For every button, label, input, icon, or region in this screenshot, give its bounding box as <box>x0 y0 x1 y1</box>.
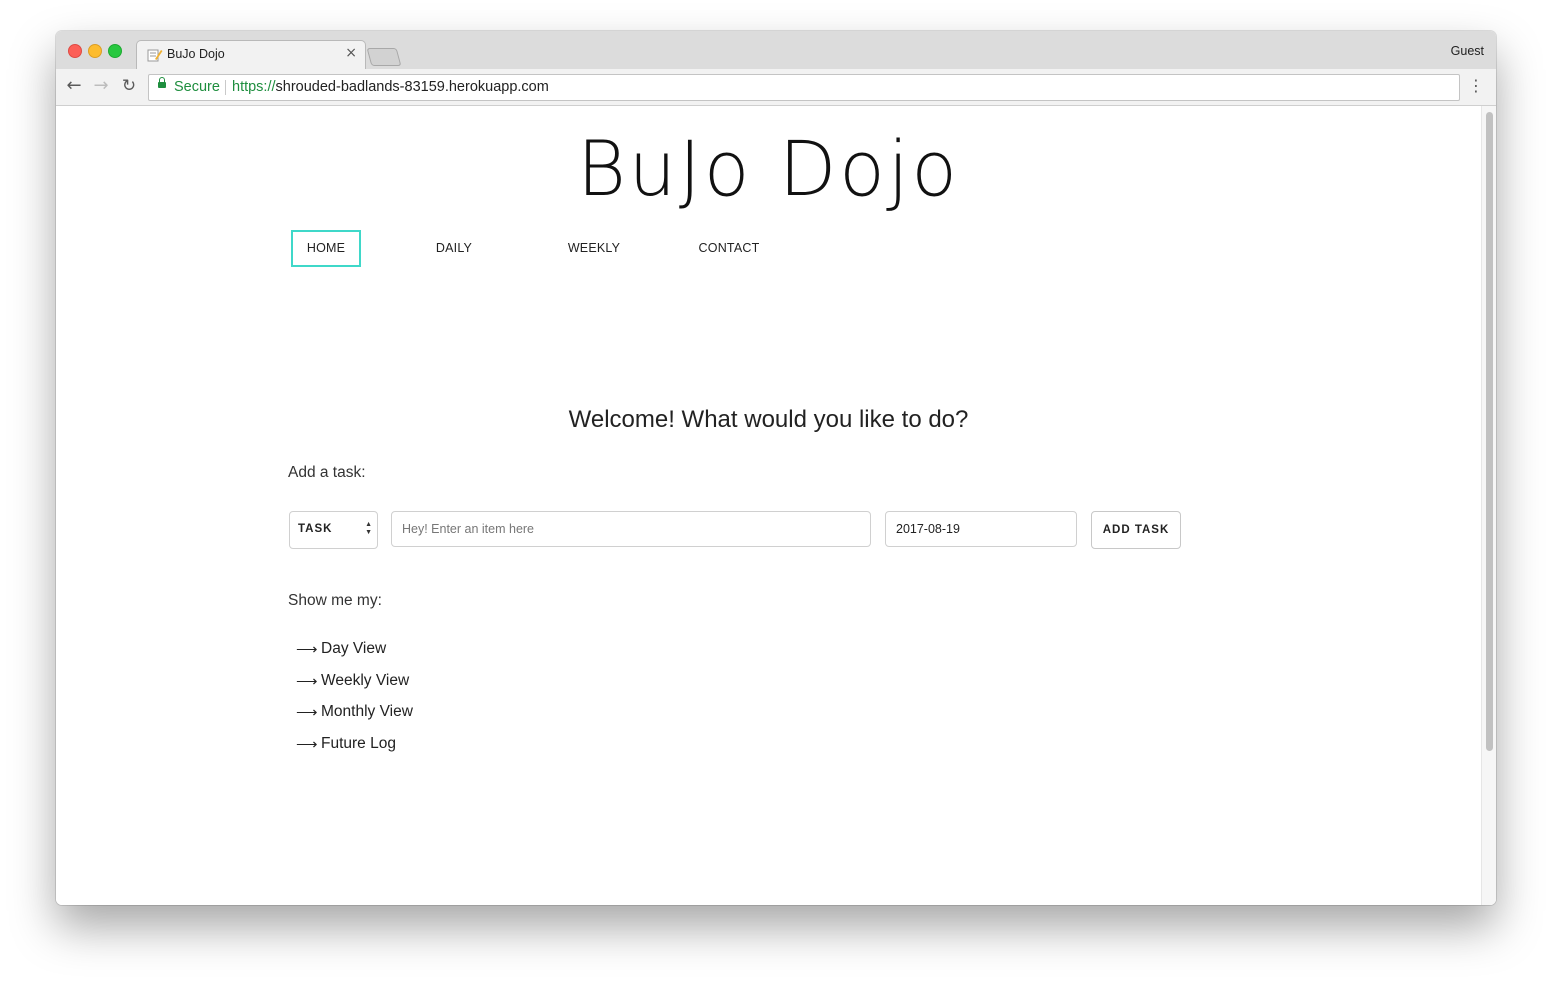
close-window-button[interactable] <box>68 44 82 58</box>
maximize-window-button[interactable] <box>108 44 122 58</box>
nav-home[interactable]: HOME <box>291 230 361 267</box>
address-bar[interactable]: Secure https://shrouded-badlands-83159.h… <box>148 74 1460 101</box>
task-type-select[interactable]: TASK ▲ ▼ <box>289 511 378 549</box>
tab-bar: BuJo Dojo × Guest <box>56 31 1496 70</box>
welcome-heading: Welcome! What would you like to do? <box>568 406 969 433</box>
browser-menu-icon[interactable]: ⋮ <box>1468 77 1484 95</box>
profile-label[interactable]: Guest <box>1451 44 1484 58</box>
omnibox-divider <box>225 80 226 95</box>
page-viewport: BuJo Dojo HOME DAILY WEEKLY CONTACT Welc… <box>56 106 1496 905</box>
browser-tab[interactable]: BuJo Dojo × <box>136 40 366 70</box>
future-log-link[interactable]: Future Log <box>321 735 396 753</box>
back-arrow-icon[interactable]: ← <box>64 76 84 96</box>
browser-toolbar: ← → ↻ Secure https://shrouded-badlands-8… <box>56 69 1496 106</box>
tab-close-icon[interactable]: × <box>345 45 357 61</box>
notepad-favicon-icon <box>147 47 163 63</box>
secure-label: Secure <box>174 79 220 95</box>
minimize-window-button[interactable] <box>88 44 102 58</box>
add-task-label: Add a task: <box>288 464 366 481</box>
weekly-view-link[interactable]: Weekly View <box>321 672 409 690</box>
show-me-label: Show me my: <box>288 592 382 609</box>
reload-icon[interactable]: ↻ <box>119 76 139 96</box>
day-view-link[interactable]: Day View <box>321 640 386 658</box>
task-date-input[interactable] <box>885 511 1077 547</box>
select-arrows-icon: ▲ ▼ <box>365 521 373 536</box>
right-arrow-icon: ⟶ <box>296 704 318 722</box>
new-tab-button[interactable] <box>366 48 402 66</box>
lock-icon <box>158 77 166 88</box>
task-item-input[interactable] <box>391 511 871 547</box>
tab-title: BuJo Dojo <box>167 47 225 61</box>
right-arrow-icon: ⟶ <box>296 672 318 690</box>
nav-contact[interactable]: CONTACT <box>693 230 765 267</box>
task-type-value: TASK <box>298 523 333 535</box>
site-logo: BuJo Dojo <box>577 124 960 213</box>
right-arrow-icon: ⟶ <box>296 736 318 754</box>
nav-weekly[interactable]: WEEKLY <box>560 230 628 267</box>
scrollbar-thumb[interactable] <box>1486 112 1493 751</box>
forward-arrow-icon[interactable]: → <box>91 76 111 96</box>
nav-daily[interactable]: DAILY <box>422 230 486 267</box>
url-scheme: https:// <box>232 79 276 95</box>
right-arrow-icon: ⟶ <box>296 641 318 658</box>
browser-window: BuJo Dojo × Guest ← → ↻ Secure https://s… <box>56 31 1496 905</box>
add-task-button[interactable]: ADD TASK <box>1091 511 1181 549</box>
monthly-view-link[interactable]: Monthly View <box>321 703 413 721</box>
url-text: https://shrouded-badlands-83159.herokuap… <box>232 75 549 100</box>
url-host: shrouded-badlands-83159.herokuapp.com <box>275 79 549 95</box>
page-scrollbar[interactable] <box>1481 106 1496 905</box>
